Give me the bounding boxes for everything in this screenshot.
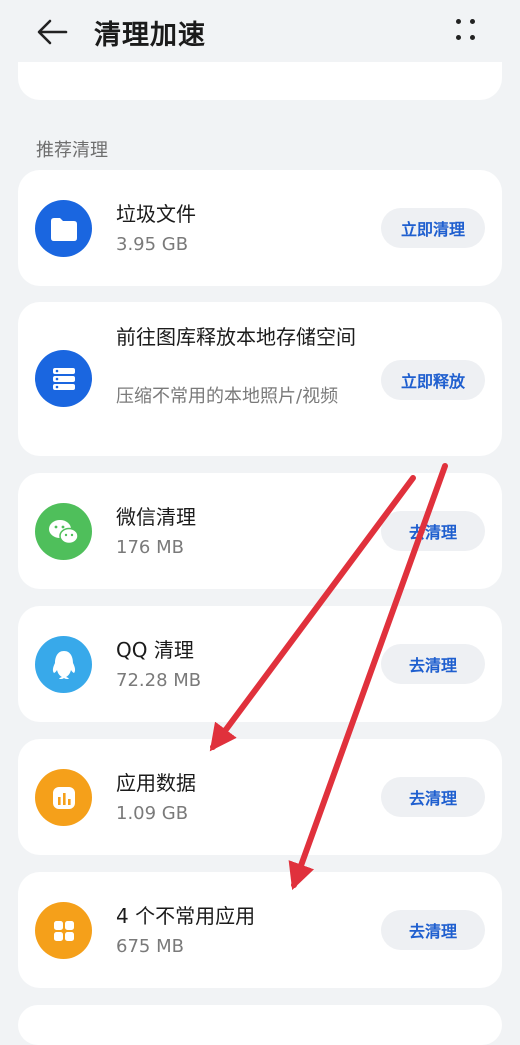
- item-subtitle: 176 MB: [116, 537, 184, 558]
- list-item-app-data[interactable]: 应用数据 1.09 GB 去清理: [18, 739, 502, 855]
- more-options-button[interactable]: [446, 12, 490, 52]
- folder-icon: [35, 200, 92, 257]
- go-clean-button[interactable]: 去清理: [381, 910, 485, 950]
- item-title: 微信清理: [116, 505, 196, 529]
- go-clean-button[interactable]: 去清理: [381, 511, 485, 551]
- item-title: QQ 清理: [116, 638, 194, 662]
- next-card-partial: [18, 1005, 502, 1045]
- list-item-junk-files[interactable]: 垃圾文件 3.95 GB 立即清理: [18, 170, 502, 286]
- back-button[interactable]: [30, 12, 74, 52]
- item-title: 应用数据: [116, 771, 196, 795]
- storage-icon: [35, 350, 92, 407]
- item-subtitle: 72.28 MB: [116, 670, 202, 691]
- item-subtitle: 1.09 GB: [116, 803, 189, 824]
- list-item-wechat[interactable]: 微信清理 176 MB 去清理: [18, 473, 502, 589]
- top-bar: 清理加速: [0, 0, 520, 64]
- go-clean-button[interactable]: 去清理: [381, 777, 485, 817]
- go-clean-button[interactable]: 去清理: [381, 644, 485, 684]
- clean-now-button[interactable]: 立即清理: [381, 208, 485, 248]
- item-title: 前往图库释放本地存储空间: [116, 325, 356, 349]
- arrow-left-icon: [37, 19, 68, 45]
- item-subtitle: 3.95 GB: [116, 234, 189, 255]
- app-data-icon: [35, 769, 92, 826]
- free-up-button[interactable]: 立即释放: [381, 360, 485, 400]
- item-title: 垃圾文件: [116, 202, 196, 226]
- list-item-qq[interactable]: QQ 清理 72.28 MB 去清理: [18, 606, 502, 722]
- page-title: 清理加速: [94, 20, 206, 51]
- item-subtitle: 675 MB: [116, 936, 184, 957]
- qq-penguin-icon: [35, 636, 92, 693]
- wechat-icon: [35, 503, 92, 560]
- scrolled-card: [18, 62, 502, 100]
- apps-grid-icon: [35, 902, 92, 959]
- list-item-unused-apps[interactable]: 4 个不常用应用 675 MB 去清理: [18, 872, 502, 988]
- item-subtitle: 压缩不常用的本地照片/视频: [116, 386, 339, 407]
- list-item-gallery-storage[interactable]: 前往图库释放本地存储空间 压缩不常用的本地照片/视频 立即释放: [18, 302, 502, 456]
- item-title: 4 个不常用应用: [116, 904, 256, 928]
- section-title: 推荐清理: [36, 140, 108, 161]
